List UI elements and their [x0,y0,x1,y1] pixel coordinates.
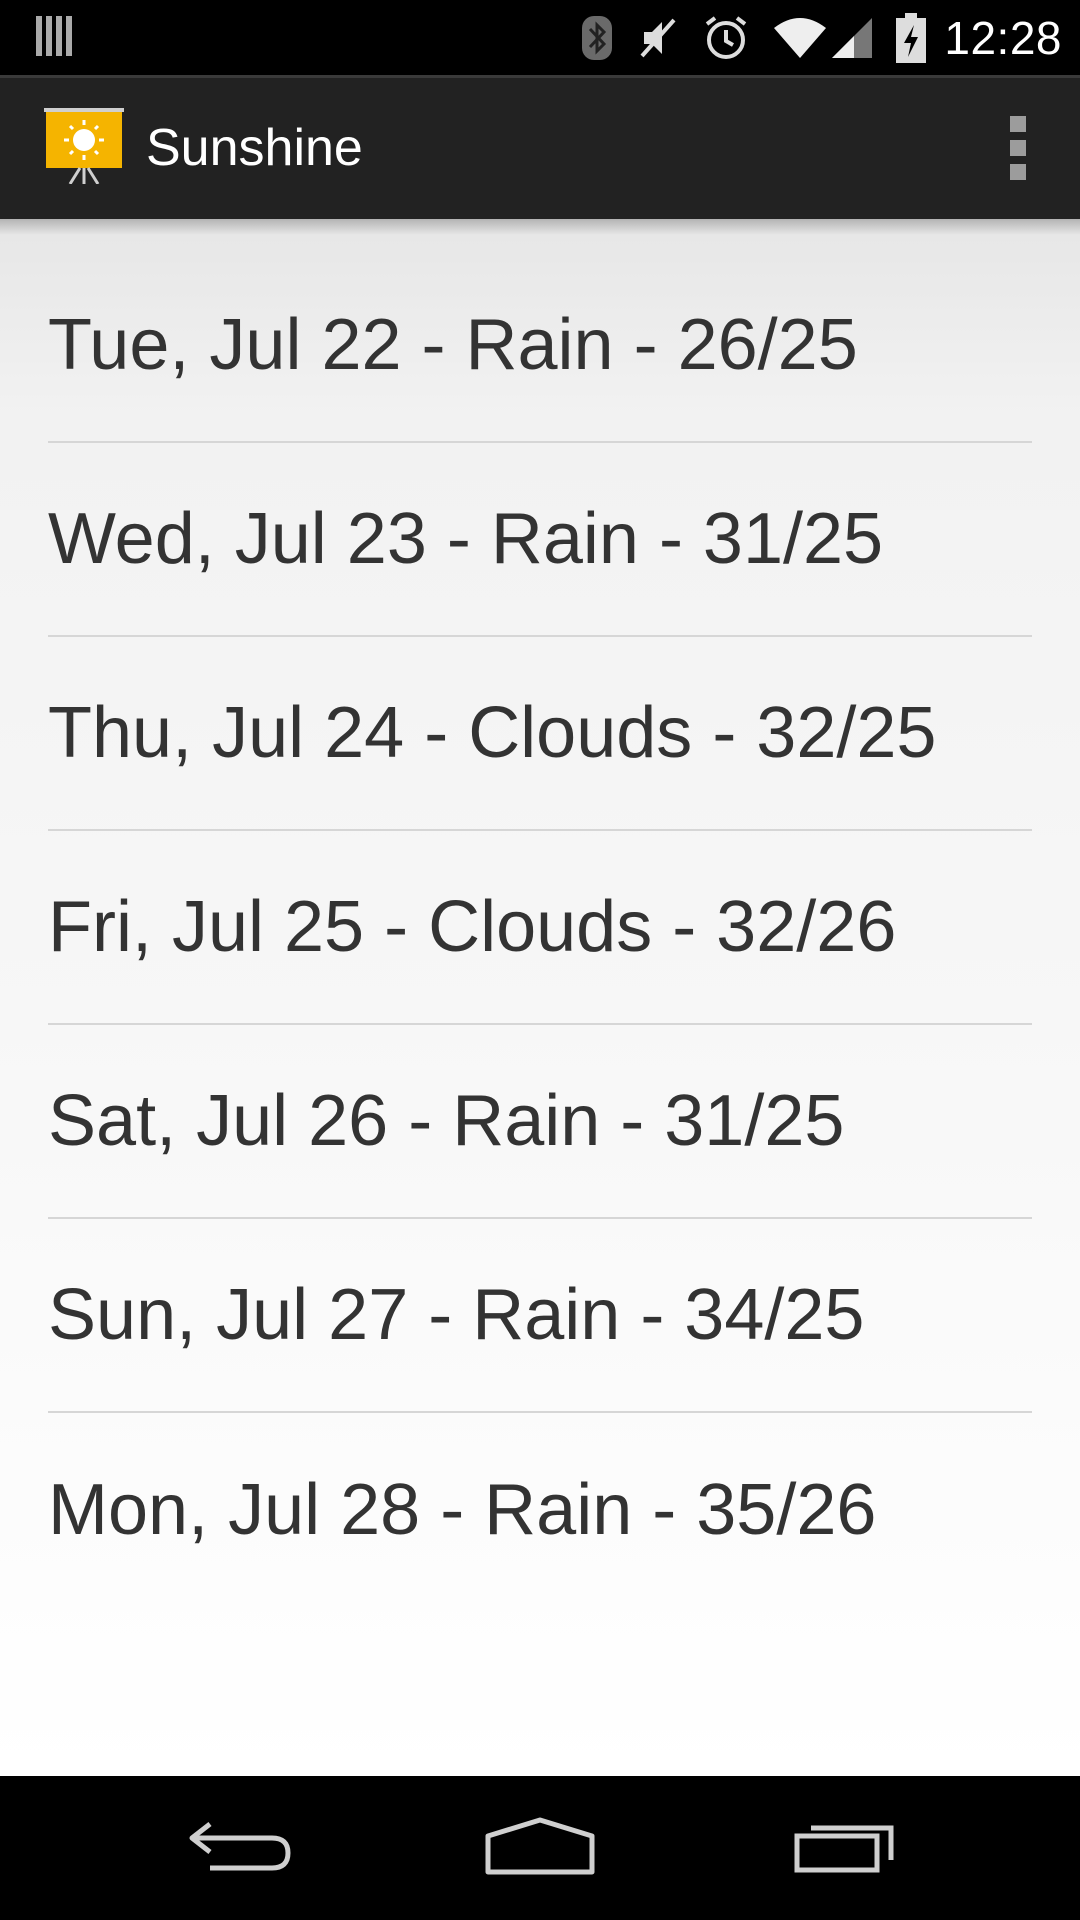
sun-icon[interactable] [44,108,124,185]
forecast-list-item[interactable]: Wed, Jul 23 - Rain - 31/25 [48,443,1032,637]
overflow-dot [1010,116,1026,132]
forecast-list-item[interactable]: Mon, Jul 28 - Rain - 35/26 [48,1413,1032,1607]
recents-icon [793,1818,897,1878]
status-icons: 12:28 [558,0,1062,75]
forecast-list-item[interactable]: Thu, Jul 24 - Clouds - 32/25 [48,637,1032,831]
forecast-list-item[interactable]: Fri, Jul 25 - Clouds - 32/26 [48,831,1032,1025]
forecast-content: Tue, Jul 22 - Rain - 26/25 Wed, Jul 23 -… [0,219,1080,1776]
forecast-list-item[interactable]: Tue, Jul 22 - Rain - 26/25 [48,249,1032,443]
alarm-icon [702,14,750,62]
overflow-dot [1010,140,1026,156]
wifi-icon [772,16,828,60]
overflow-menu-icon[interactable] [996,116,1040,180]
forecast-list[interactable]: Tue, Jul 22 - Rain - 26/25 Wed, Jul 23 -… [48,249,1032,1607]
recents-button[interactable] [735,1776,955,1920]
status-bar: 12:28 [0,0,1080,75]
back-icon [188,1818,292,1878]
action-bar: Sunshine [0,75,1080,219]
app-title: Sunshine [146,119,363,177]
overflow-dot [1010,164,1026,180]
home-button[interactable] [430,1776,650,1920]
bluetooth-icon [580,14,614,62]
signal-bars-icon [36,14,74,58]
forecast-list-item[interactable]: Sat, Jul 26 - Rain - 31/25 [48,1025,1032,1219]
battery-charging-icon [896,12,927,63]
status-clock: 12:28 [944,11,1062,64]
navigation-bar [0,1776,1080,1920]
back-button[interactable] [130,1776,350,1920]
mute-icon [636,14,680,62]
cell-signal-icon [832,16,874,60]
home-icon [484,1816,596,1880]
action-bar-shadow [0,219,1080,235]
forecast-list-item[interactable]: Sun, Jul 27 - Rain - 34/25 [48,1219,1032,1413]
